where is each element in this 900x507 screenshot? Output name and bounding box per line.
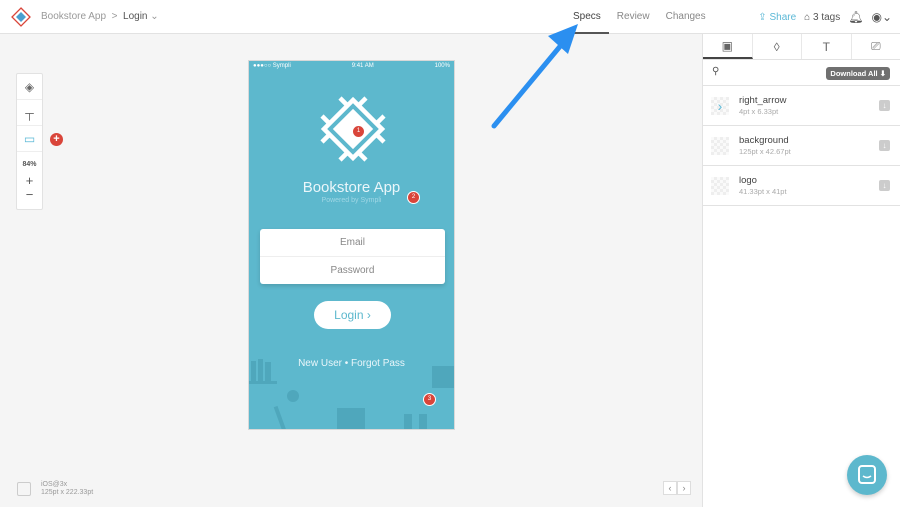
breadcrumb-screen[interactable]: Login (123, 11, 147, 22)
asset-item[interactable]: background 125pt x 42.67pt ↓ (703, 126, 900, 166)
asset-item[interactable]: logo 41.33pt x 41pt ↓ (703, 166, 900, 206)
tag-icon: ⌂ (804, 11, 811, 23)
device-frame-icon[interactable] (17, 482, 31, 496)
login-form: Email Password (260, 229, 445, 284)
breadcrumb: Bookstore App > Login ⌄ (41, 11, 159, 22)
chevron-down-icon[interactable]: ⌄ (150, 11, 158, 22)
email-field[interactable]: Email (260, 229, 445, 256)
comments-icon[interactable]: ⎚ (852, 34, 900, 59)
canvas-toolbox: ◈ ┬ ▭ 84% + − (16, 73, 43, 210)
status-bar: ●●●○○ Sympli 9:41 AM 100% (253, 63, 450, 69)
search-icon: ⚲ (712, 66, 720, 77)
tab-changes[interactable]: Changes (658, 0, 714, 34)
annotation-pin-1[interactable]: 1 (352, 125, 365, 138)
share-button[interactable]: ⇪ Share (758, 12, 796, 23)
bell-icon[interactable]: 🔔︎ (848, 10, 863, 24)
chat-icon (858, 465, 876, 484)
carrier: ●●●○○ Sympli (253, 63, 291, 69)
tags-label: 3 tags (812, 11, 841, 23)
download-icon[interactable]: ↓ (879, 180, 890, 191)
text-icon[interactable]: T (802, 34, 852, 59)
asset-item[interactable]: › right_arrow 4pt x 6.33pt ↓ (703, 86, 900, 126)
artboard-login-screen[interactable]: ●●●○○ Sympli 9:41 AM 100% 1 Bookstore Ap… (248, 60, 455, 430)
comment-icon[interactable]: ▭ (17, 126, 42, 152)
top-bar: Bookstore App > Login ⌄ Specs Review Cha… (0, 0, 900, 34)
layers-icon[interactable]: ◈ (17, 74, 42, 100)
asset-name: background (739, 135, 789, 146)
artboard-size: 125pt x 222.33pt (41, 489, 94, 496)
artboard-info: iOS@3x 125pt x 222.33pt (17, 481, 93, 497)
tab-review[interactable]: Review (609, 0, 658, 34)
breadcrumb-separator: > (111, 11, 118, 22)
asset-size: 125pt x 42.67pt (739, 147, 791, 156)
screen-pager: ‹ › (663, 481, 691, 495)
download-icon[interactable]: ↓ (879, 100, 890, 111)
view-tabs: Specs Review Changes (565, 0, 714, 34)
chat-launcher-button[interactable] (847, 455, 887, 495)
time: 9:41 AM (351, 63, 374, 69)
share-icon: ⇪ (758, 11, 767, 23)
share-label: Share (769, 11, 797, 23)
right-arrow-thumbnail: › (711, 97, 729, 115)
app-title: Bookstore App (302, 179, 401, 196)
zoom-out-button[interactable]: − (17, 188, 42, 202)
color-drop-icon[interactable]: ◊ (753, 34, 802, 59)
asset-size: 4pt x 6.33pt (739, 107, 779, 116)
background-illustration (249, 359, 454, 429)
password-field[interactable]: Password (260, 256, 445, 283)
asset-size: 41.33pt x 41pt (739, 187, 787, 196)
specs-panel: ▣ ◊ T ⎚ ⚲ Download All ⬇ › right_arrow 4… (702, 34, 900, 507)
tags-button[interactable]: ⌂ 3 tags (804, 12, 840, 23)
annotation-pin-2[interactable]: 2 (407, 191, 420, 204)
asset-name: right_arrow (739, 95, 787, 106)
add-comment-button[interactable]: + (50, 133, 63, 146)
app-logo-icon[interactable] (11, 7, 31, 27)
download-icon[interactable]: ↓ (879, 140, 890, 151)
background-thumbnail (711, 137, 729, 155)
asset-name: logo (739, 175, 757, 186)
pointer-arrow-annotation (491, 24, 578, 129)
logo-thumbnail (711, 177, 729, 195)
next-screen-button[interactable]: › (677, 481, 691, 495)
battery: 100% (434, 63, 450, 69)
user-menu-icon[interactable]: ◉⌄ (871, 10, 892, 24)
breadcrumb-project[interactable]: Bookstore App (41, 11, 106, 22)
annotation-pin-3[interactable]: 3 (423, 393, 436, 406)
download-all-button[interactable]: Download All ⬇ (826, 67, 890, 80)
login-button[interactable]: Login › (314, 301, 391, 329)
zoom-in-button[interactable]: + (17, 174, 42, 188)
measure-icon[interactable]: ┬ (17, 100, 42, 126)
header-tools: ⇪ Share ⌂ 3 tags 🔔︎ ◉⌄ (758, 10, 892, 24)
zoom-level: 84% (22, 161, 37, 168)
device-label: iOS@3x (41, 481, 68, 488)
assets-icon[interactable]: ▣ (703, 34, 753, 59)
app-subtitle: Powered by Sympli (321, 197, 382, 204)
prev-screen-button[interactable]: ‹ (663, 481, 677, 495)
asset-search[interactable]: ⚲ Download All ⬇ (703, 60, 900, 86)
panel-tabs: ▣ ◊ T ⎚ (703, 34, 900, 60)
